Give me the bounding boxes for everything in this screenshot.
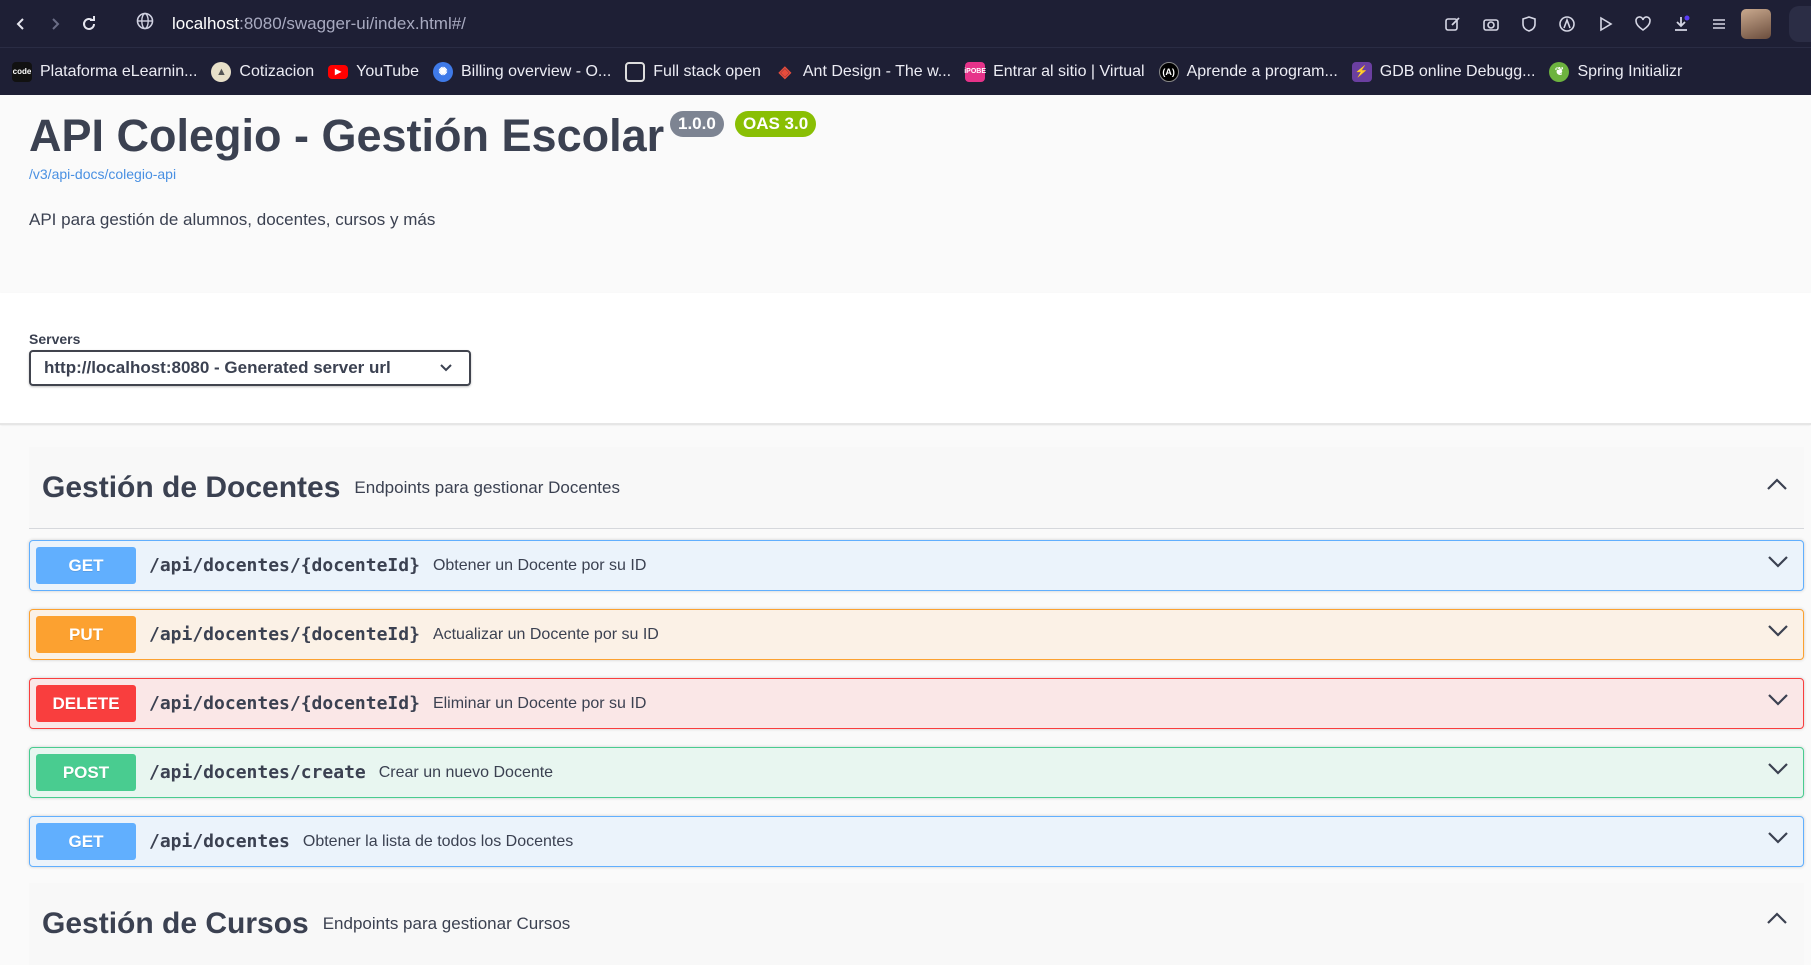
servers-select[interactable]: http://localhost:8080 - Generated server… — [29, 350, 471, 386]
chevron-down-icon — [439, 360, 453, 380]
codigo-icon: code — [12, 61, 32, 82]
bookmark-item[interactable]: ▲ Cotizacion — [211, 61, 314, 82]
openai-icon: ✺ — [433, 61, 453, 82]
edit-icon[interactable] — [1437, 8, 1469, 40]
api-info: API Colegio - Gestión Escolar 1.0.0 OAS … — [0, 96, 1811, 293]
version-badge: 1.0.0 — [670, 111, 724, 137]
tag-header-cursos[interactable]: Gestión de Cursos Endpoints para gestion… — [29, 883, 1804, 965]
operation-summary: Actualizar un Docente por su ID — [432, 625, 659, 643]
operation-path: /api/docentes/{docenteId} — [149, 624, 420, 645]
method-badge: PUT — [36, 616, 136, 653]
bookmark-item[interactable]: ◈ Ant Design - The w... — [775, 62, 951, 82]
bookmark-item[interactable]: ▶ YouTube — [328, 63, 419, 81]
avatar[interactable] — [1741, 8, 1771, 39]
sidebar-edge[interactable] — [1789, 6, 1811, 42]
chevron-down-icon[interactable] — [1767, 831, 1789, 850]
page-title: API Colegio - Gestión Escolar — [29, 110, 665, 161]
operation-put-docente[interactable]: PUT /api/docentes/{docenteId} Actualizar… — [29, 609, 1804, 660]
address-bar[interactable]: localhost:8080/swagger-ui/index.html#/ — [136, 8, 1416, 39]
operation-summary: Eliminar un Docente por su ID — [432, 694, 647, 712]
operation-post-docente[interactable]: POST /api/docentes/create Crear un nuevo… — [29, 747, 1804, 798]
operation-get-docentes-list[interactable]: GET /api/docentes Obtener la lista de to… — [29, 816, 1804, 867]
operation-path: /api/docentes/{docenteId} — [149, 693, 420, 714]
antdesign-icon: ◈ — [778, 63, 792, 81]
tag-name: Gestión de Docentes — [42, 470, 341, 504]
forward-icon[interactable] — [38, 7, 72, 41]
oas-badge: OAS 3.0 — [735, 111, 817, 137]
operation-path: /api/docentes/{docenteId} — [149, 555, 420, 576]
browser-toolbar: localhost:8080/swagger-ui/index.html#/ — [0, 0, 1811, 47]
bookmark-item[interactable]: code Plataforma eLearnin... — [12, 61, 197, 82]
back-icon[interactable] — [4, 7, 38, 41]
bookmark-item[interactable]: (A) Aprende a program... — [1158, 61, 1338, 82]
operation-get-docente-by-id[interactable]: GET /api/docentes/{docenteId} Obtener un… — [29, 540, 1804, 591]
operation-path: /api/docentes — [149, 831, 290, 852]
url-path: :8080/swagger-ui/index.html#/ — [239, 13, 466, 33]
tag-header-docentes[interactable]: Gestión de Docentes Endpoints para gesti… — [29, 447, 1804, 529]
youtube-icon: ▶ — [328, 64, 349, 79]
servers-section: Servers http://localhost:8080 - Generate… — [0, 293, 1811, 425]
api-docs-link[interactable]: /v3/api-docs/colegio-api — [29, 166, 176, 182]
platzi-icon: (A) — [1158, 61, 1179, 82]
bookmark-item[interactable]: ✺ Billing overview - O... — [433, 61, 611, 82]
reload-icon[interactable] — [72, 7, 106, 41]
bookmark-item[interactable]: ❦ Spring Initializr — [1549, 61, 1682, 82]
virtual-icon: iPOBE — [964, 61, 986, 82]
mountain-icon: ▲ — [211, 61, 232, 82]
chevron-up-icon[interactable] — [1766, 477, 1788, 496]
chevron-down-icon[interactable] — [1767, 693, 1789, 712]
operation-summary: Obtener un Docente por su ID — [432, 556, 647, 574]
chevron-down-icon[interactable] — [1767, 624, 1789, 643]
operation-delete-docente[interactable]: DELETE /api/docentes/{docenteId} Elimina… — [29, 678, 1804, 729]
method-badge: DELETE — [36, 685, 136, 722]
bookmark-item[interactable]: ⚡ GDB online Debugg... — [1351, 61, 1535, 82]
toolbar-icons — [1437, 0, 1771, 47]
download-icon[interactable] — [1665, 8, 1697, 40]
tag-name: Gestión de Cursos — [42, 907, 309, 940]
chevron-down-icon[interactable] — [1767, 555, 1789, 574]
tag-description: Endpoints para gestionar Docentes — [354, 477, 620, 497]
url-host: localhost — [172, 13, 240, 33]
method-badge: POST — [36, 754, 136, 791]
swagger-page: API Colegio - Gestión Escolar 1.0.0 OAS … — [0, 96, 1811, 965]
spring-icon: ❦ — [1549, 61, 1570, 82]
gdb-icon: ⚡ — [1351, 61, 1372, 82]
chevron-down-icon[interactable] — [1767, 762, 1789, 781]
tag-description: Endpoints para gestionar Cursos — [322, 914, 571, 933]
api-description: API para gestión de alumnos, docentes, c… — [29, 210, 436, 229]
bookmark-item[interactable]: Full stack open — [625, 61, 761, 82]
vpn-icon[interactable] — [1551, 8, 1583, 40]
chevron-up-icon[interactable] — [1766, 911, 1788, 930]
globe-icon — [136, 12, 158, 35]
operations-content: Gestión de Docentes Endpoints para gesti… — [0, 427, 1811, 965]
menu-icon[interactable] — [1703, 8, 1735, 40]
square-icon — [625, 61, 646, 82]
play-icon[interactable] — [1589, 8, 1621, 40]
operation-path: /api/docentes/create — [149, 762, 366, 783]
method-badge: GET — [36, 547, 136, 584]
bookmarks-bar: code Plataforma eLearnin... ▲ Cotizacion ▶… — [0, 47, 1811, 95]
bookmark-item[interactable]: iPOBE Entrar al sitio | Virtual — [964, 61, 1145, 82]
servers-selected-value: http://localhost:8080 - Generated server… — [44, 358, 391, 377]
shield-icon[interactable] — [1513, 8, 1545, 40]
operation-summary: Crear un nuevo Docente — [378, 763, 554, 781]
camera-icon[interactable] — [1475, 8, 1507, 40]
method-badge: GET — [36, 823, 136, 860]
servers-label: Servers — [29, 331, 81, 347]
operation-summary: Obtener la lista de todos los Docentes — [302, 832, 574, 850]
heart-icon[interactable] — [1627, 8, 1659, 40]
